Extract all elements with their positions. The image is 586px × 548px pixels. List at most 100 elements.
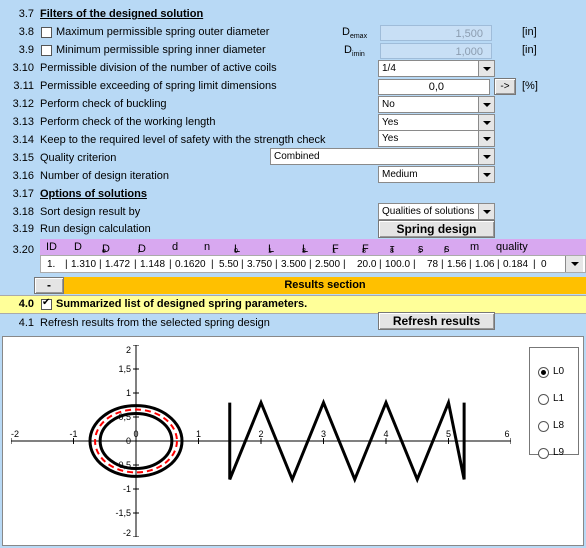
chevron-down-icon[interactable] [478, 115, 494, 130]
row-sort-results: 3.18 Sort design result by Qualities of … [0, 203, 586, 222]
row-number: 3.19 [12, 223, 34, 235]
results-section-title: Results section [284, 279, 366, 291]
spring-chart: -2 -1 0 1 2 3 4 5 6 2 1,5 1 0,5 0 -0,5 -1 -1,5 -2 L0 L1 L8 L… [2, 336, 584, 546]
col-header: sf [444, 243, 450, 256]
radio-icon[interactable] [538, 421, 549, 432]
col-header: De [102, 243, 110, 256]
select-value: No [382, 99, 395, 110]
row-results-table: 3.20 [0, 242, 40, 260]
radio-icon[interactable] [538, 367, 549, 378]
row-number: 4.1 [18, 317, 34, 329]
chevron-down-icon[interactable] [478, 61, 494, 76]
row-label: Permissible exceeding of spring limit di… [40, 80, 277, 92]
chevron-down-icon[interactable] [478, 167, 494, 182]
quality-criterion-select[interactable]: Combined [270, 148, 495, 165]
legend-label: L1 [553, 393, 565, 404]
summarized-list-checkbox[interactable] [41, 297, 52, 310]
collapse-results-button[interactable]: - [34, 277, 64, 294]
y-tick-label: 0 [126, 436, 131, 446]
results-section-bar: Results section [64, 277, 586, 294]
safety-level-select[interactable]: Yes [378, 130, 495, 147]
row-label: Sort design result by [40, 206, 141, 218]
symbol-dimin: Dimin [344, 44, 365, 59]
col-header: τ8 [390, 243, 395, 256]
y-tick-label: -1 [123, 484, 131, 494]
coil-division-select[interactable]: 1/4 [378, 60, 495, 77]
chevron-down-icon[interactable] [565, 256, 583, 272]
min-inner-diameter-input[interactable]: 1,000 [380, 43, 492, 59]
y-tick-label: 2 [126, 345, 131, 355]
x-tick-label: 3 [321, 429, 326, 439]
results-table-row[interactable]: 1. | 1.310 | 1.472 | 1.148 | 0.1620 | 5.… [40, 255, 586, 273]
max-outer-diameter-input[interactable]: 1,500 [380, 25, 492, 41]
table-cell: 78 [427, 259, 439, 270]
radio-icon[interactable] [538, 394, 549, 405]
select-value: 1/4 [382, 63, 396, 74]
row-label: Maximum permissible spring outer diamete… [56, 26, 270, 38]
chevron-down-icon[interactable] [478, 131, 494, 146]
radio-icon[interactable] [538, 448, 549, 459]
row-label: Keep to the required level of safety wit… [40, 134, 326, 146]
working-length-select[interactable]: Yes [378, 114, 495, 131]
col-header: F1 [332, 243, 339, 256]
row-number: 3.9 [18, 44, 34, 56]
buckling-check-select[interactable]: No [378, 96, 495, 113]
table-cell: 100.0 [385, 259, 411, 270]
col-header: m [470, 241, 480, 253]
unit-label: [in] [522, 44, 537, 56]
chevron-down-icon[interactable] [478, 97, 494, 112]
x-tick-label: -1 [69, 429, 77, 439]
max-outer-diameter-checkbox[interactable] [41, 27, 52, 38]
x-tick-label: 4 [383, 429, 388, 439]
table-cell: 1.472 [105, 259, 131, 270]
x-tick-label: -2 [11, 429, 19, 439]
chart-legend: L0 L1 L8 L9 [529, 347, 579, 459]
section-filters: 3.7 Filters of the designed solution [0, 6, 586, 24]
row-min-inner-diameter: 3.9 Minimum permissible spring inner dia… [0, 42, 586, 60]
select-value: Yes [382, 117, 399, 128]
row-run-design: 3.19 Run design calculation Spring desig… [0, 220, 586, 239]
row-number: 3.8 [18, 26, 34, 38]
row-label: Number of design iteration [40, 170, 170, 182]
chevron-down-icon[interactable] [478, 204, 494, 219]
design-iteration-select[interactable]: Medium [378, 166, 495, 183]
col-header: L8 [302, 243, 309, 256]
row-number: 3.14 [12, 134, 34, 146]
y-tick-label: 1 [126, 388, 131, 398]
col-header: L1 [268, 243, 275, 256]
col-header: n [204, 241, 211, 253]
row-working-length-check: 3.13 Perform check of the working length… [0, 114, 586, 132]
spring-design-button[interactable]: Spring design [378, 220, 495, 238]
select-value: Combined [274, 151, 320, 162]
row-number: 3.16 [12, 170, 34, 182]
col-header: quality [496, 241, 528, 253]
row-number: 3.11 [13, 80, 34, 92]
row-label: Refresh results from the selected spring… [40, 317, 270, 329]
select-value: Medium [382, 169, 418, 180]
y-tick-label: -2 [123, 528, 131, 537]
table-cell: 5.50 [219, 259, 239, 270]
row-refresh-results: 4.1 Refresh results from the selected sp… [0, 312, 586, 333]
chevron-down-icon[interactable] [478, 149, 494, 164]
min-inner-diameter-checkbox[interactable] [41, 45, 52, 56]
row-label: Perform check of the working length [40, 116, 216, 128]
unit-label: [%] [522, 80, 538, 92]
section-title: Options of solutions [40, 188, 147, 200]
col-header: F8 [362, 243, 369, 256]
table-cell: 1. [47, 259, 56, 270]
row-label: Run design calculation [40, 223, 151, 235]
row-design-iteration: 3.16 Number of design iteration Medium [0, 166, 586, 186]
results-table-header: ID D De Di d n L0 L1 L8 F1 F8 τ8 ss sf m… [40, 239, 586, 255]
row-max-outer-diameter: 3.8 Maximum permissible spring outer dia… [0, 24, 586, 42]
row-number: 3.10 [12, 62, 34, 74]
limit-exceeding-input[interactable]: 0,0 [378, 79, 490, 95]
table-cell: 0.1620 [175, 259, 206, 270]
table-cell: 1.56 [447, 259, 467, 270]
row-number: 3.12 [12, 98, 34, 110]
col-header: Di [138, 243, 146, 256]
sort-results-select[interactable]: Qualities of solutions [378, 203, 495, 220]
refresh-results-button[interactable]: Refresh results [378, 312, 495, 330]
table-cell: 3.500 [281, 259, 307, 270]
x-tick-label: 6 [504, 429, 509, 439]
arrow-button[interactable]: -> [494, 78, 516, 95]
